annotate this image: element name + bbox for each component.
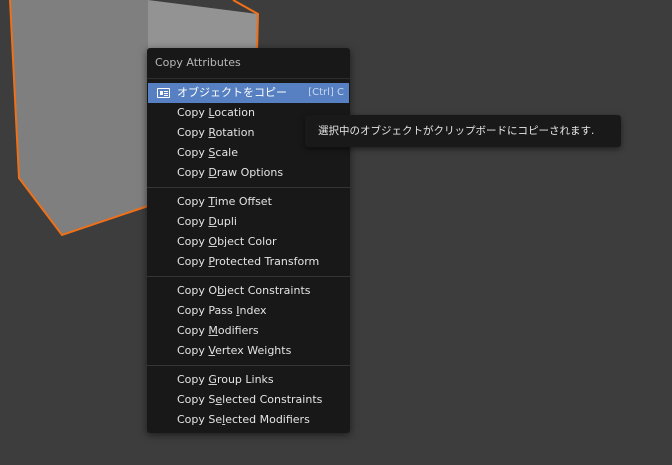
menu-item-label-prefix: Copy [177, 235, 209, 248]
menu-item-label-rest: ected Modifiers [225, 413, 310, 426]
menu-item-label-prefix: Copy O [177, 284, 218, 297]
menu-item-accelerator: M [208, 324, 218, 337]
menu-item[interactable]: Copy Selected Constraints [147, 390, 350, 410]
menu-item-label-rest: ertex Weights [215, 344, 292, 357]
menu-item-accelerator: G [208, 373, 217, 386]
menu-item[interactable]: Copy Modifiers [147, 321, 350, 341]
menu-separator [147, 365, 350, 366]
tooltip: 選択中のオブジェクトがクリップボードにコピーされます. [305, 115, 621, 147]
menu-item-label-rest: ndex [239, 304, 267, 317]
menu-item-label-prefix: Copy [177, 166, 209, 179]
menu-title: Copy Attributes [155, 56, 241, 69]
menu-item-label-prefix: Copy [177, 255, 209, 268]
menu-separator [147, 187, 350, 188]
menu-item-accelerator: R [208, 126, 216, 139]
menu-item[interactable]: Copy Pass Index [147, 301, 350, 321]
copy-attributes-menu: Copy Attributes オブジェクトをコピー [Ctrl] C Copy… [147, 48, 350, 433]
menu-item-label-rest: ime Offset [214, 195, 272, 208]
menu-item-accelerator: b [217, 284, 225, 297]
menu-item-groups: Copy Location Copy Rotation Copy Scale Copy… [147, 103, 350, 430]
menu-item-label-rest: cale [215, 146, 239, 159]
menu-item-label-prefix: Copy [177, 344, 209, 357]
menu-item[interactable]: Copy Object Constraints [147, 281, 350, 301]
menu-item-label-rest: ocation [214, 106, 255, 119]
menu-item-label-rest: raw Options [216, 166, 284, 179]
menu-item-label-prefix: Copy Se [177, 413, 223, 426]
menu-item[interactable]: Copy Protected Transform [147, 252, 350, 272]
menu-item-label: オブジェクトをコピー [177, 86, 287, 99]
menu-separator [147, 276, 350, 277]
copy-object-icon [157, 88, 170, 98]
menu-item[interactable]: Copy Vertex Weights [147, 341, 350, 361]
menu-item-label-prefix: Copy [177, 195, 209, 208]
menu-item-accelerator: O [208, 235, 218, 248]
menu-item-label-prefix: Copy Pass [177, 304, 237, 317]
menu-item[interactable]: Copy Dupli [147, 212, 350, 232]
menu-item[interactable]: Copy Selected Modifiers [147, 410, 350, 430]
menu-item-label-prefix: Copy [177, 146, 209, 159]
menu-item[interactable]: Copy Draw Options [147, 163, 350, 183]
menu-item[interactable]: Copy Time Offset [147, 192, 350, 212]
cube-side-face [10, 0, 148, 235]
menu-item-label-rest: odifiers [217, 324, 259, 337]
menu-item-label-rest: bject Color [217, 235, 277, 248]
menu-item[interactable]: Copy Object Color [147, 232, 350, 252]
menu-item-label-prefix: Copy [177, 215, 209, 228]
menu-item[interactable]: Copy Group Links [147, 370, 350, 390]
menu-item-label-rest: upli [216, 215, 237, 228]
menu-item-label-prefix: Copy [177, 126, 209, 139]
menu-item-label-rest: ject Constraints [224, 284, 311, 297]
menu-item-label-rest: roup Links [216, 373, 274, 386]
menu-item-label-prefix: Copy [177, 373, 209, 386]
menu-item-label-prefix: Copy [177, 106, 209, 119]
menu-item-label-rest: lected Constraints [222, 393, 323, 406]
menu-title-separator [147, 78, 350, 79]
menu-item-label-prefix: Copy S [177, 393, 216, 406]
menu-item-accelerator: D [208, 166, 217, 179]
menu-item-shortcut: [Ctrl] C [308, 87, 344, 98]
menu-item-accelerator: D [208, 215, 217, 228]
menu-item-label-prefix: Copy [177, 324, 209, 337]
menu-item-label-rest: otation [215, 126, 255, 139]
tooltip-text: 選択中のオブジェクトがクリップボードにコピーされます. [318, 125, 595, 137]
menu-item-copy-object[interactable]: オブジェクトをコピー [Ctrl] C [148, 83, 349, 103]
menu-item-label-rest: rotected Transform [214, 255, 320, 268]
